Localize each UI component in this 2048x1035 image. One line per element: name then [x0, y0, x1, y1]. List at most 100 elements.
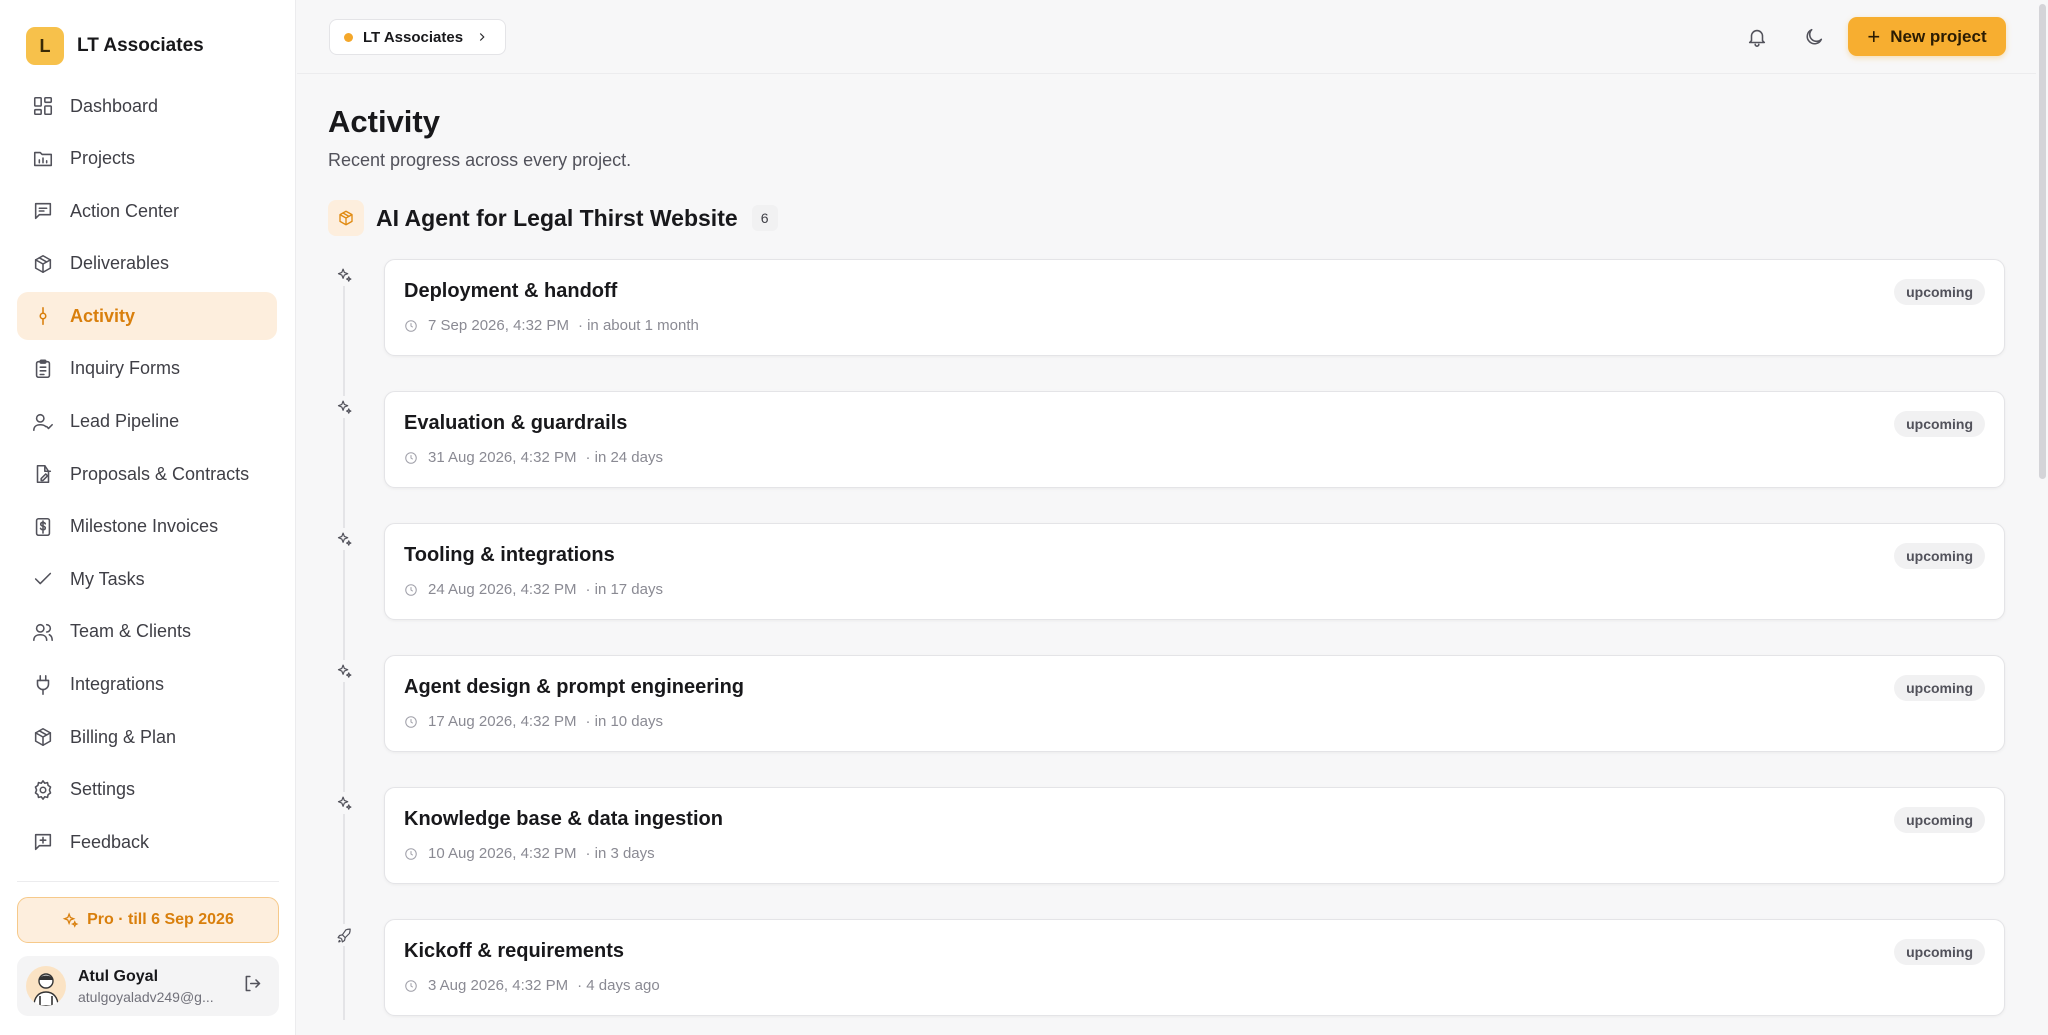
activity-title: Evaluation & guardrails — [404, 412, 628, 434]
sidebar-nav: Dashboard Projects Action Center Deliver… — [17, 82, 277, 871]
sidebar-item-label: Activity — [70, 305, 136, 326]
activity-date: 7 Sep 2026, 4:32 PM — [428, 317, 569, 334]
breadcrumb-workspace: LT Associates — [363, 28, 464, 46]
activity-card[interactable]: Evaluation & guardrails 31 Aug 2026, 4:3… — [384, 391, 2005, 488]
status-badge: upcoming — [1894, 543, 1985, 569]
page-title: Activity — [328, 104, 440, 139]
user-card[interactable]: Atul Goyal atulgoyaladv249@g... — [17, 956, 279, 1016]
activity-meta: 17 Aug 2026, 4:32 PM · in 10 days — [404, 713, 663, 730]
clock-icon — [405, 451, 417, 464]
status-badge: upcoming — [1894, 807, 1985, 833]
sidebar-item-label: Projects — [70, 148, 136, 169]
page-subtitle: Recent progress across every project. — [328, 150, 632, 170]
scrollbar-thumb[interactable] — [2039, 4, 2046, 479]
top-bar: LT Associates + New project — [297, 0, 2048, 74]
sidebar-item-my-tasks[interactable]: My Tasks — [17, 555, 277, 603]
new-project-label: New project — [1890, 26, 1987, 46]
activity-title: Kickoff & requirements — [404, 940, 625, 962]
package-icon — [34, 728, 52, 747]
activity-card[interactable]: Knowledge base & data ingestion 10 Aug 2… — [384, 787, 2005, 884]
file-pen-icon — [36, 465, 52, 484]
timeline-line — [343, 280, 345, 1020]
gear-icon — [34, 779, 52, 800]
activity-meta: 31 Aug 2026, 4:32 PM · in 24 days — [404, 449, 663, 466]
sidebar-item-deliverables[interactable]: Deliverables — [17, 240, 277, 288]
workspace-brand[interactable]: L LT Associates — [26, 27, 204, 65]
activity-relative-time: · in about 1 month — [577, 317, 699, 334]
sidebar-item-lead-pipeline[interactable]: Lead Pipeline — [17, 398, 277, 446]
users-icon — [33, 623, 53, 641]
activity-meta: 3 Aug 2026, 4:32 PM · 4 days ago — [404, 977, 660, 994]
logout-button[interactable] — [242, 973, 263, 999]
sparkles-icon — [62, 911, 79, 928]
status-dot — [344, 32, 353, 42]
sidebar-item-label: Settings — [70, 779, 136, 800]
activity-card[interactable]: Kickoff & requirements 3 Aug 2026, 4:32 … — [384, 919, 2005, 1016]
status-badge: upcoming — [1894, 279, 1985, 305]
sidebar-item-milestone-invoices[interactable]: Milestone Invoices — [17, 503, 277, 551]
user-email: atulgoyaladv249@g... — [78, 988, 214, 1005]
project-title[interactable]: AI Agent for Legal Thirst Website — [376, 205, 738, 232]
sparkles-icon — [333, 264, 355, 286]
notifications-button[interactable] — [1741, 21, 1773, 53]
message-square-icon — [34, 203, 52, 220]
theme-toggle-button[interactable] — [1798, 21, 1830, 53]
activity-card[interactable]: Tooling & integrations 24 Aug 2026, 4:32… — [384, 523, 2005, 620]
moon-icon — [1806, 28, 1823, 45]
activity-relative-time: · in 3 days — [585, 845, 655, 862]
activity-meta: 24 Aug 2026, 4:32 PM · in 17 days — [404, 581, 663, 598]
clock-icon — [405, 715, 417, 728]
project-package-icon — [328, 200, 364, 236]
plan-badge-label: Pro · till 6 Sep 2026 — [87, 911, 234, 928]
sparkles-icon — [333, 396, 355, 418]
sidebar-item-label: Inquiry Forms — [70, 358, 181, 379]
bell-icon — [1748, 29, 1766, 47]
rocket-icon — [333, 924, 355, 946]
activity-date: 10 Aug 2026, 4:32 PM — [428, 845, 577, 862]
chevron-right-icon — [479, 33, 485, 41]
user-check-icon — [33, 413, 53, 431]
project-group-header: AI Agent for Legal Thirst Website 6 — [328, 200, 778, 236]
sidebar-item-feedback[interactable]: Feedback — [17, 818, 277, 866]
package-icon — [34, 254, 52, 273]
sidebar-item-settings[interactable]: Settings — [17, 766, 277, 814]
sidebar-item-label: Team & Clients — [70, 621, 192, 642]
activity-relative-time: · in 10 days — [585, 713, 663, 730]
sidebar-item-label: Lead Pipeline — [70, 411, 180, 432]
avatar — [26, 966, 66, 1006]
plan-badge[interactable]: Pro · till 6 Sep 2026 — [17, 897, 279, 943]
activity-card[interactable]: Agent design & prompt engineering 17 Aug… — [384, 655, 2005, 752]
sparkles-icon — [333, 660, 355, 682]
activity-date: 17 Aug 2026, 4:32 PM — [428, 713, 577, 730]
sidebar-item-label: Feedback — [70, 831, 150, 852]
status-badge: upcoming — [1894, 675, 1985, 701]
git-commit-icon — [39, 307, 47, 326]
sidebar-item-inquiry-forms[interactable]: Inquiry Forms — [17, 345, 277, 393]
sidebar-item-label: Integrations — [70, 674, 165, 695]
workspace-logo: L — [26, 27, 64, 65]
activity-title: Deployment & handoff — [404, 280, 618, 302]
sidebar-item-label: Proposals & Contracts — [70, 463, 250, 484]
activity-title: Tooling & integrations — [404, 544, 615, 566]
sidebar-divider — [17, 881, 279, 882]
sidebar-item-activity[interactable]: Activity — [17, 292, 277, 341]
sidebar-item-proposals-contracts[interactable]: Proposals & Contracts — [17, 450, 277, 498]
page-scrollbar[interactable] — [2036, 0, 2048, 1035]
activity-title: Agent design & prompt engineering — [404, 676, 745, 698]
sidebar-item-billing-plan[interactable]: Billing & Plan — [17, 713, 277, 761]
new-project-button[interactable]: + New project — [1848, 17, 2006, 56]
activity-date: 24 Aug 2026, 4:32 PM — [428, 581, 577, 598]
sidebar-item-integrations[interactable]: Integrations — [17, 661, 277, 709]
chart-folder-icon — [33, 151, 53, 166]
activity-relative-time: · in 17 days — [585, 581, 663, 598]
sidebar-item-action-center[interactable]: Action Center — [17, 187, 277, 235]
sidebar-item-projects[interactable]: Projects — [17, 135, 277, 183]
sidebar-item-dashboard[interactable]: Dashboard — [17, 82, 277, 130]
sidebar-item-label: Action Center — [70, 200, 180, 221]
activity-date: 3 Aug 2026, 4:32 PM — [428, 977, 569, 994]
sidebar-item-team-clients[interactable]: Team & Clients — [17, 608, 277, 656]
activity-card[interactable]: Deployment & handoff 7 Sep 2026, 4:32 PM… — [384, 259, 2005, 356]
activity-title: Knowledge base & data ingestion — [404, 808, 723, 830]
message-plus-icon — [34, 834, 52, 851]
breadcrumb[interactable]: LT Associates — [329, 19, 507, 55]
